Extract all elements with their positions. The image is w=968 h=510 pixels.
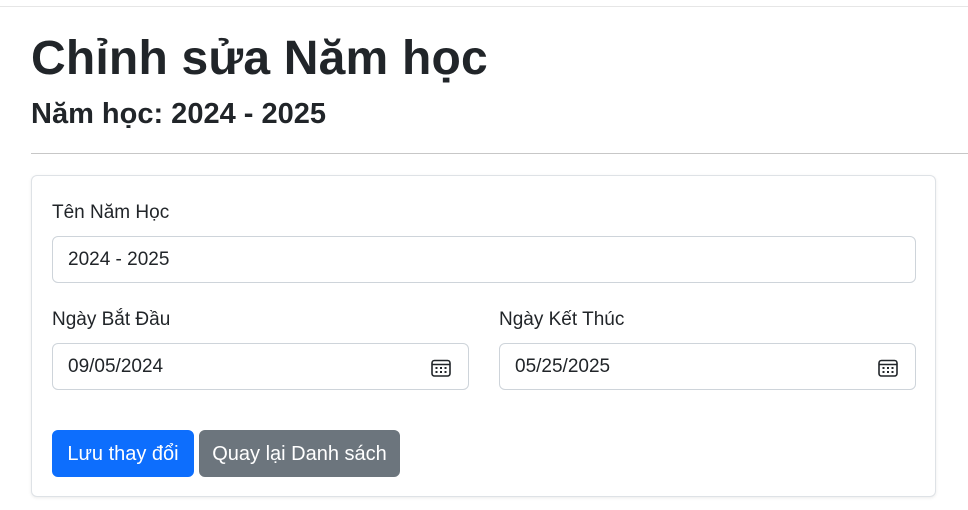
end-date-input[interactable]: 05/25/2025 [499, 343, 916, 390]
name-input[interactable]: 2024 - 2025 [52, 236, 916, 283]
save-button[interactable]: Lưu thay đổi [52, 430, 194, 477]
calendar-icon[interactable] [431, 358, 451, 377]
page-subtitle: Năm học: 2024 - 2025 [31, 98, 326, 130]
page-header: Chỉnh sửa Năm học Năm học: 2024 - 2025 [31, 28, 968, 132]
top-divider [0, 6, 968, 7]
calendar-icon[interactable] [878, 358, 898, 377]
back-to-list-button[interactable]: Quay lại Danh sách [199, 430, 400, 477]
edit-form-card: Tên Năm Học 2024 - 2025 Ngày Bắt Đầu 09/… [31, 175, 936, 497]
start-date-label: Ngày Bắt Đầu [52, 309, 171, 330]
end-date-value: 05/25/2025 [515, 356, 611, 377]
name-input-value: 2024 - 2025 [68, 249, 170, 270]
page-title: Chỉnh sửa Năm học [31, 32, 488, 85]
end-date-label: Ngày Kết Thúc [499, 309, 625, 330]
name-label: Tên Năm Học [52, 202, 170, 223]
start-date-value: 09/05/2024 [68, 356, 164, 377]
start-date-input[interactable]: 09/05/2024 [52, 343, 469, 390]
header-divider [31, 153, 968, 154]
